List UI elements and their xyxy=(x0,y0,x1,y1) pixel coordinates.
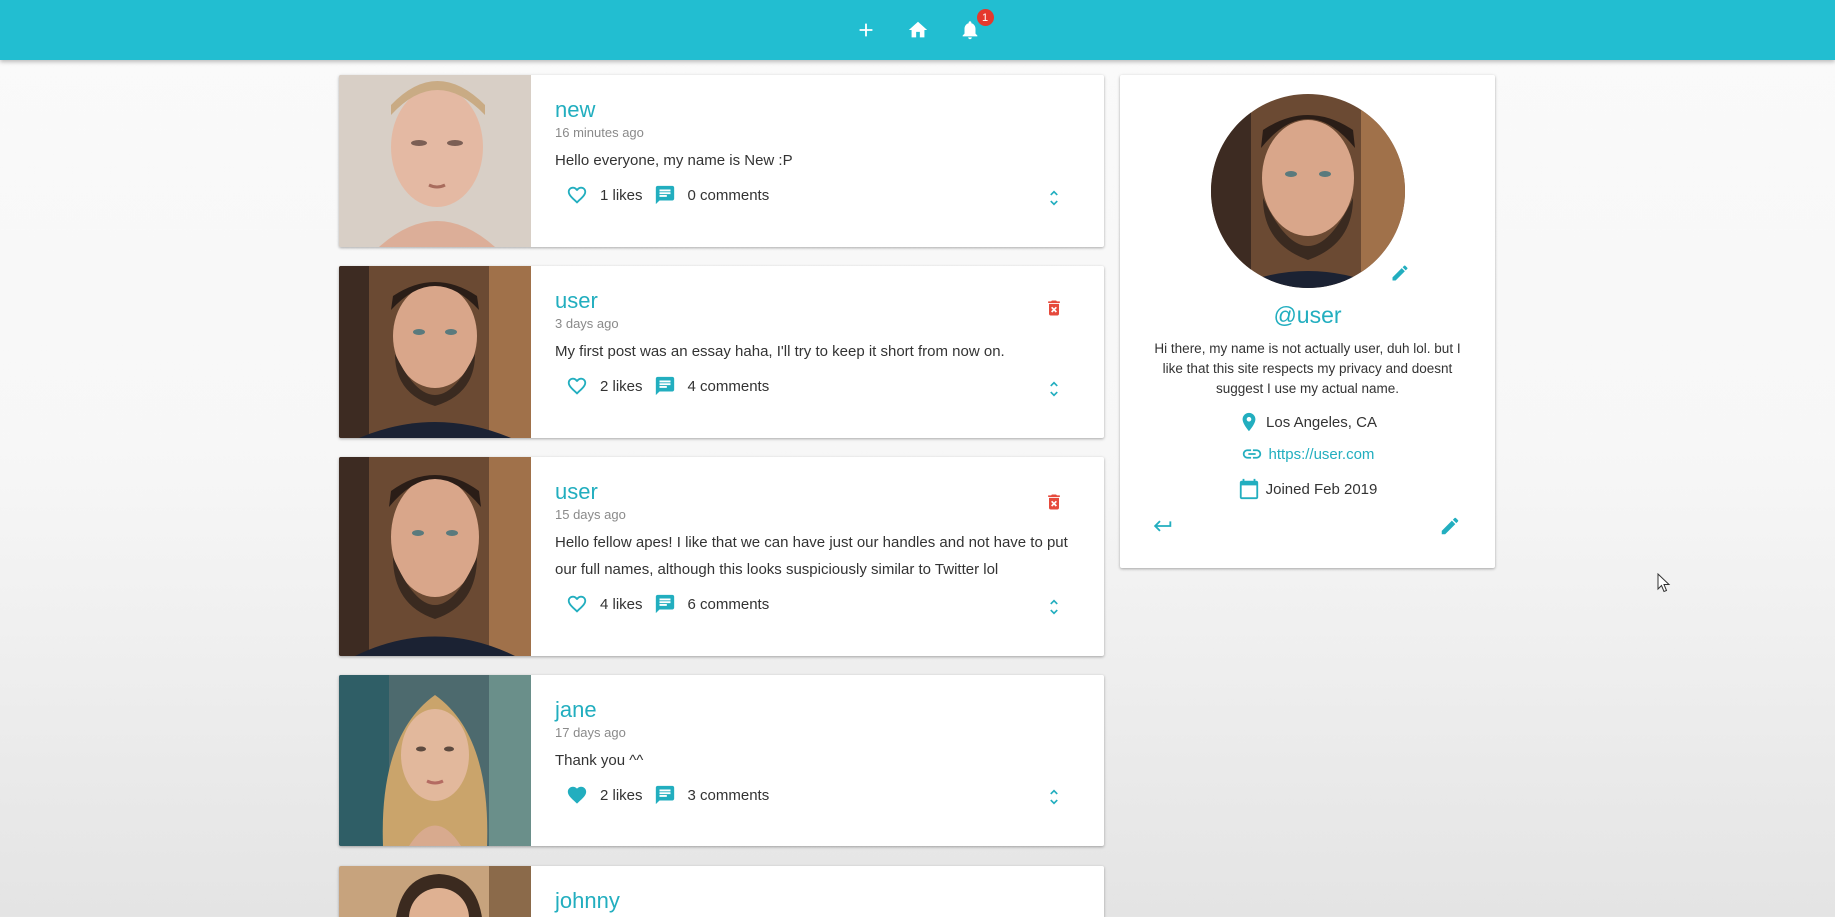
like-button[interactable] xyxy=(565,592,589,616)
post-time: 17 days ago xyxy=(555,725,626,740)
post-time: 16 minutes ago xyxy=(555,125,644,140)
likes-count: 4 likes xyxy=(600,595,643,613)
plus-icon xyxy=(859,23,872,37)
likes-count: 1 likes xyxy=(600,186,643,204)
post-content: user 3 days ago My first post was an ess… xyxy=(555,288,1080,399)
post-actions: 2 likes 3 comments xyxy=(555,782,1080,808)
post-content: new 16 minutes ago Hello everyone, my na… xyxy=(555,97,1080,208)
add-post-button[interactable] xyxy=(853,17,879,43)
comments-count: 4 comments xyxy=(687,377,770,395)
post-author-photo[interactable] xyxy=(339,266,531,438)
heart-outline-icon xyxy=(567,595,587,613)
post-content: johnny xyxy=(555,888,1080,914)
logout-button[interactable] xyxy=(1150,513,1176,539)
location-pin-icon xyxy=(1242,412,1256,432)
comment-icon xyxy=(655,594,674,614)
delete-post-button[interactable] xyxy=(1042,296,1066,320)
comments-button[interactable] xyxy=(653,374,677,398)
edit-avatar-button[interactable] xyxy=(1388,261,1412,285)
app-bar: 1 xyxy=(0,0,1835,60)
post-card: jane 17 days ago Thank you ^^ 2 likes 3 … xyxy=(339,675,1104,846)
comments-button[interactable] xyxy=(653,183,677,207)
post-author-photo[interactable] xyxy=(339,75,531,247)
post-card: johnny xyxy=(339,866,1104,917)
post-actions: 2 likes 4 comments xyxy=(555,373,1080,399)
post-card: user 3 days ago My first post was an ess… xyxy=(339,266,1104,438)
pencil-icon xyxy=(1392,265,1408,281)
post-time: 3 days ago xyxy=(555,316,619,331)
likes-count: 2 likes xyxy=(600,377,643,395)
profile-location: Los Angeles, CA xyxy=(1120,411,1495,433)
expand-post-button[interactable] xyxy=(1042,377,1066,401)
post-author-photo[interactable] xyxy=(339,457,531,656)
post-content: jane 17 days ago Thank you ^^ 2 likes 3 … xyxy=(555,697,1080,808)
post-card: user 15 days ago Hello fellow apes! I li… xyxy=(339,457,1104,656)
profile-avatar xyxy=(1211,94,1405,288)
post-actions: 1 likes 0 comments xyxy=(555,182,1080,208)
post-actions: 4 likes 6 comments xyxy=(555,591,1080,617)
location-text: Los Angeles, CA xyxy=(1266,413,1377,431)
comments-button[interactable] xyxy=(653,783,677,807)
heart-outline-icon xyxy=(567,377,587,395)
link-icon xyxy=(1242,449,1261,459)
unfold-more-icon xyxy=(1050,599,1058,615)
post-author-photo[interactable] xyxy=(339,866,531,917)
notification-badge: 1 xyxy=(976,9,994,26)
post-content: user 15 days ago Hello fellow apes! I li… xyxy=(555,479,1080,617)
pencil-icon xyxy=(1441,517,1459,535)
profile-handle[interactable]: @user xyxy=(1120,302,1495,329)
post-handle[interactable]: user xyxy=(555,479,598,505)
like-button[interactable] xyxy=(565,783,589,807)
calendar-icon xyxy=(1239,478,1258,500)
post-handle[interactable]: new xyxy=(555,97,595,123)
comment-icon xyxy=(655,185,674,205)
unfold-more-icon xyxy=(1050,789,1058,805)
comments-count: 6 comments xyxy=(687,595,770,613)
comments-button[interactable] xyxy=(653,592,677,616)
expand-post-button[interactable] xyxy=(1042,186,1066,210)
post-card: new 16 minutes ago Hello everyone, my na… xyxy=(339,75,1104,247)
post-time: 15 days ago xyxy=(555,507,626,522)
home-icon xyxy=(908,21,927,38)
post-body: Hello fellow apes! I like that we can ha… xyxy=(555,534,1068,578)
likes-count: 2 likes xyxy=(600,786,643,804)
mouse-cursor-icon xyxy=(1657,573,1671,593)
keyboard-return-icon xyxy=(1153,520,1172,532)
trash-icon xyxy=(1048,494,1060,510)
expand-post-button[interactable] xyxy=(1042,785,1066,809)
home-button[interactable] xyxy=(905,17,931,43)
comments-count: 0 comments xyxy=(687,186,770,204)
profile-card: @user Hi there, my name is not actually … xyxy=(1120,75,1495,568)
edit-profile-button[interactable] xyxy=(1437,513,1463,539)
comment-icon xyxy=(655,376,674,396)
unfold-more-icon xyxy=(1050,190,1058,206)
profile-bio: Hi there, my name is not actually user, … xyxy=(1154,341,1461,396)
profile-joined: Joined Feb 2019 xyxy=(1120,478,1495,500)
post-body: Hello everyone, my name is New :P xyxy=(555,152,793,169)
delete-post-button[interactable] xyxy=(1042,490,1066,514)
heart-outline-icon xyxy=(567,186,587,204)
profile-website: https://user.com xyxy=(1120,443,1495,465)
post-body: My first post was an essay haha, I'll tr… xyxy=(555,343,1005,360)
post-handle[interactable]: jane xyxy=(555,697,597,723)
like-button[interactable] xyxy=(565,374,589,398)
post-author-photo[interactable] xyxy=(339,675,531,846)
notifications-button[interactable]: 1 xyxy=(957,9,994,43)
like-button[interactable] xyxy=(565,183,589,207)
post-handle[interactable]: user xyxy=(555,288,598,314)
bell-icon xyxy=(962,21,977,40)
heart-filled-icon xyxy=(567,786,587,804)
website-link[interactable]: https://user.com xyxy=(1269,446,1375,463)
expand-post-button[interactable] xyxy=(1042,595,1066,619)
comment-icon xyxy=(655,785,674,805)
post-body: Thank you ^^ xyxy=(555,752,644,769)
unfold-more-icon xyxy=(1050,381,1058,397)
joined-text: Joined Feb 2019 xyxy=(1265,480,1378,498)
post-handle[interactable]: johnny xyxy=(555,888,620,914)
comments-count: 3 comments xyxy=(687,786,770,804)
trash-icon xyxy=(1048,300,1060,316)
